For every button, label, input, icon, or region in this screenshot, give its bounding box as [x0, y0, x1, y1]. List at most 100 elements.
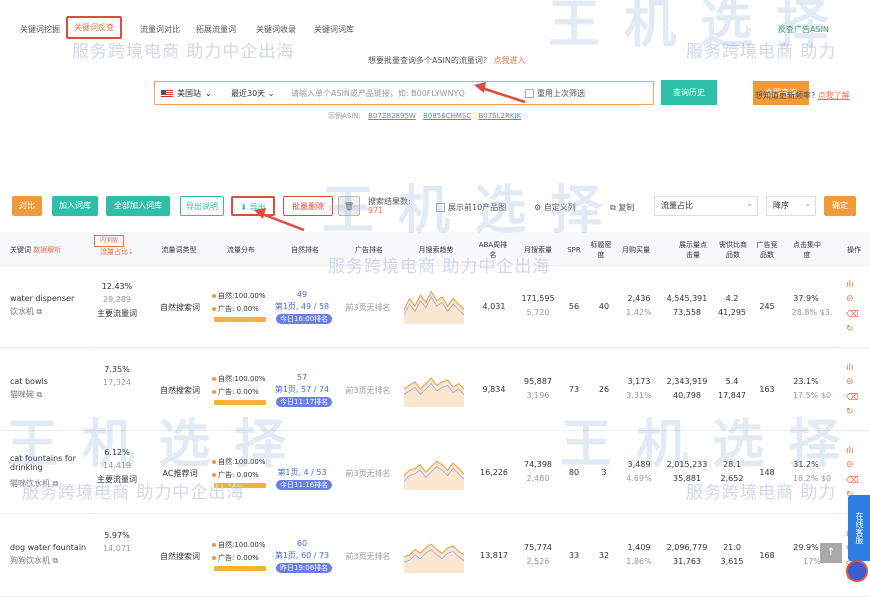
- rank-time-badge: 今日16:00排名: [276, 314, 333, 324]
- export-desc-button[interactable]: 导出说明: [180, 196, 224, 216]
- minus-circle-icon[interactable]: ⊖: [846, 460, 854, 470]
- tab-extend-traffic[interactable]: 拓展流量词: [196, 24, 236, 35]
- keyword-text[interactable]: cat fountains for drinking: [10, 454, 90, 472]
- natural-rank-page[interactable]: 第1页, 4 / 53: [270, 467, 334, 478]
- natural-share: 自然:100.00%: [212, 457, 266, 467]
- tip-text: 想知道更新频率?: [755, 91, 816, 100]
- refresh-icon[interactable]: ↻: [846, 324, 854, 334]
- external-link-icon[interactable]: ⧉: [53, 556, 59, 565]
- add-library-button[interactable]: 加入词库: [52, 196, 98, 216]
- custom-columns-button[interactable]: ⚙ 自定义列: [534, 202, 576, 213]
- minus-circle-icon[interactable]: ⊖: [846, 377, 854, 387]
- traffic-share-percent: 12.43%: [101, 282, 133, 291]
- header-keyword[interactable]: 关键词 数据解析: [10, 245, 61, 255]
- search-trend-sparkline[interactable]: [404, 288, 464, 324]
- monthly-purchase: 3,489: [627, 460, 651, 469]
- asin-search-input[interactable]: 请输入单个ASIN或产品链接，如: B00FLYWNYQ: [291, 88, 465, 99]
- ad-rank: 前3页无排名: [345, 552, 391, 561]
- tip-link[interactable]: 点我了解: [818, 91, 850, 100]
- query-history-button[interactable]: 查询历史: [661, 80, 717, 105]
- clicks: 40,798: [673, 391, 701, 400]
- top-nav: 关键词挖掘 关键词反查 流量词对比 拓展流量词 关键词收录 关键词词库 反查广告…: [0, 0, 870, 46]
- copy-button[interactable]: ⧉ 复制: [610, 202, 634, 213]
- header-spr[interactable]: SPR: [562, 245, 586, 255]
- keyword-text[interactable]: dog water fountain: [10, 543, 90, 552]
- word-type: 自然搜索词: [160, 552, 200, 561]
- gear-icon: ⚙: [534, 203, 542, 212]
- back-to-top-button[interactable]: ↑: [820, 543, 842, 563]
- product-count: 2,652: [720, 474, 744, 483]
- batch-prompt: 想要批量查询多个ASIN的流量词？ 点我进入: [368, 55, 525, 66]
- sort-order-select[interactable]: 降序: [766, 195, 816, 216]
- aba-rank: 4,031: [482, 302, 506, 311]
- period-select[interactable]: 最近30天 ⌄: [231, 88, 274, 99]
- trash-icon[interactable]: ⌫: [846, 476, 859, 486]
- confirm-button[interactable]: 确定: [824, 196, 856, 216]
- ad-rank: 前3页无排名: [345, 469, 391, 478]
- natural-rank-page[interactable]: 第1页, 60 / 73: [270, 550, 334, 561]
- reverse-ad-asin-link[interactable]: 反查广告ASIN: [778, 24, 829, 35]
- trash-icon[interactable]: ⌫: [846, 310, 859, 320]
- natural-rank-position: 60: [296, 539, 308, 548]
- eye-icon[interactable]: [846, 560, 868, 582]
- ad-share: 广告: 0.00%: [212, 304, 259, 314]
- keyword-text[interactable]: cat bowls: [10, 377, 90, 386]
- custom-columns-label: 自定义列: [543, 203, 576, 212]
- minus-circle-icon[interactable]: ⊖: [846, 294, 854, 304]
- batch-prompt-link[interactable]: 点我进入: [493, 56, 525, 65]
- natural-rank-page[interactable]: 第1页, 49 / 58: [270, 301, 334, 312]
- sort-field-select[interactable]: 流量占比: [654, 195, 758, 216]
- compare-button[interactable]: 对比: [12, 196, 42, 216]
- external-link-icon[interactable]: ⧉: [53, 479, 59, 488]
- tab-keyword-index[interactable]: 关键词收录: [256, 24, 296, 35]
- add-all-library-button[interactable]: 全部加入词库: [106, 196, 170, 216]
- example-asin-link[interactable]: B07Z82895W: [368, 112, 416, 120]
- header-ad-count[interactable]: 广告竞品数: [754, 240, 780, 260]
- natural-rank-position: 57: [296, 373, 308, 382]
- traffic-word-tag: 主要流量词: [97, 309, 137, 318]
- header-click-concentration[interactable]: 点击集中度: [790, 240, 824, 260]
- header-keyword-label: 关键词: [10, 246, 31, 254]
- header-keyword-tag[interactable]: 数据解析: [33, 246, 61, 254]
- external-link-icon[interactable]: ⧉: [37, 307, 43, 316]
- traffic-share-percent: 5.97%: [104, 531, 130, 540]
- search-trend-sparkline[interactable]: [404, 454, 464, 490]
- chart-icon[interactable]: ılı: [846, 280, 854, 290]
- distribution-bar: [214, 566, 266, 571]
- header-traffic-share[interactable]: 内测版 流量占比↓: [94, 235, 140, 257]
- search-trend-sparkline[interactable]: [404, 537, 464, 573]
- tab-keyword-library[interactable]: 关键词词库: [314, 24, 354, 35]
- keyword-text[interactable]: water dispenser: [10, 294, 90, 303]
- natural-rank-page[interactable]: 第1页, 57 / 74: [270, 384, 334, 395]
- beta-badge: 内测版: [94, 235, 124, 247]
- reuse-filter-checkbox[interactable]: 重用上次筛选: [525, 88, 585, 99]
- site-select[interactable]: 美国站 ⌄: [161, 88, 212, 99]
- chart-icon[interactable]: ılı: [846, 363, 854, 373]
- clicks: 35,881: [673, 474, 701, 483]
- header-monthly-purchase[interactable]: 月购买量: [616, 245, 656, 255]
- header-title-density[interactable]: 标题密度: [590, 240, 612, 260]
- distribution-bar: [214, 400, 266, 405]
- tab-keyword-reverse[interactable]: 关键词反查: [66, 16, 122, 39]
- online-service-button[interactable]: 在线客服: [848, 495, 870, 561]
- search-trend-sparkline[interactable]: [404, 371, 464, 407]
- header-aba[interactable]: ABA周排名: [478, 240, 508, 260]
- external-link-icon[interactable]: ⧉: [37, 390, 43, 399]
- refresh-icon[interactable]: ↻: [846, 407, 854, 417]
- ad-competitor-count: 245: [759, 302, 775, 311]
- reuse-filter-label: 重用上次筛选: [537, 89, 585, 98]
- example-asin-link[interactable]: B07SL2RKJK: [478, 112, 521, 120]
- show-top10-checkbox[interactable]: 展示前10产品图: [436, 202, 506, 213]
- purchase-rate: 4.69%: [626, 474, 652, 483]
- traffic-share-value: 29,289: [103, 295, 131, 304]
- header-supply-demand[interactable]: 需供比商品数: [716, 240, 750, 260]
- clicks: 31,763: [673, 557, 701, 566]
- header-monthly-search[interactable]: 月搜索量: [518, 245, 558, 255]
- chart-icon[interactable]: ılı: [846, 446, 854, 456]
- trash-icon[interactable]: ⌫: [846, 393, 859, 403]
- header-impressions[interactable]: 展示量点击量: [676, 240, 710, 260]
- trash-icon[interactable]: 🗑: [338, 196, 360, 216]
- tab-traffic-compare[interactable]: 流量词对比: [140, 24, 180, 35]
- tab-keyword-mining[interactable]: 关键词挖掘: [20, 24, 60, 35]
- example-asin-link[interactable]: B0856CHMSC: [423, 112, 471, 120]
